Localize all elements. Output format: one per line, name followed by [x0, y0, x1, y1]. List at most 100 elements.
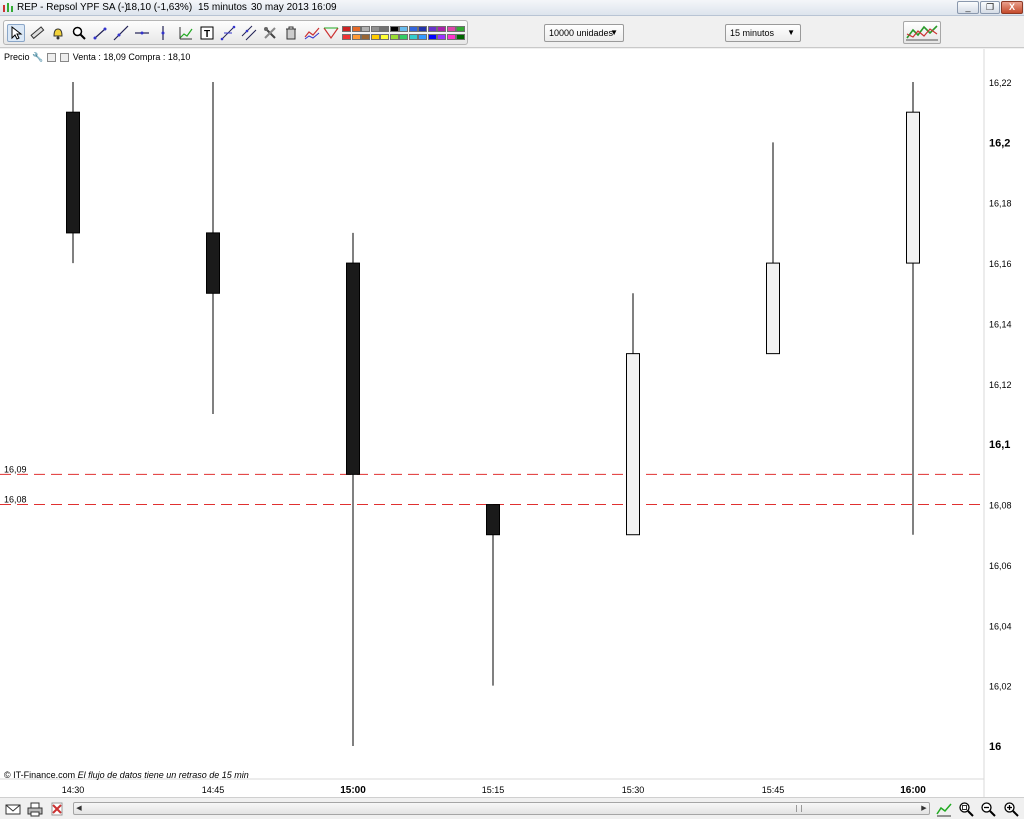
x-tick-label: 15:45	[762, 785, 785, 795]
horizontal-line-icon[interactable]	[133, 24, 151, 42]
color-swatch[interactable]	[418, 26, 427, 32]
zoom-icon[interactable]	[70, 24, 88, 42]
chart-info-row: Precio 🔧 Venta : 18,09 Compra : 18,10	[4, 52, 190, 63]
x-tick-label: 15:15	[482, 785, 505, 795]
print-icon[interactable]	[27, 801, 43, 817]
settings-icon[interactable]	[261, 24, 279, 42]
trash-icon[interactable]	[282, 24, 300, 42]
candlestick-chart: 16,22 16,2 16,18 16,16 16,14 16,12 16,1 16,08 16…	[0, 49, 1012, 797]
color-swatch[interactable]	[408, 26, 418, 32]
x-tick-label: 14:45	[202, 785, 225, 795]
fibonacci-icon[interactable]	[219, 24, 237, 42]
restore-button[interactable]: ❐	[980, 1, 1000, 14]
alarm-icon[interactable]	[49, 24, 67, 42]
color-swatch[interactable]	[456, 34, 465, 40]
color-swatch[interactable]	[342, 26, 351, 32]
x-tick-label: 14:30	[62, 785, 85, 795]
drawing-tools-group: T	[3, 20, 468, 45]
interval-select-value: 15 minutos	[730, 28, 775, 38]
y-tick-label: 16,06	[989, 561, 1012, 571]
close-button[interactable]: X	[1001, 1, 1023, 14]
trendline-icon[interactable]	[91, 24, 109, 42]
color-swatch[interactable]	[370, 34, 380, 40]
color-swatch[interactable]	[446, 26, 456, 32]
email-icon[interactable]	[5, 801, 21, 817]
color-swatch[interactable]	[446, 34, 456, 40]
color-swatch[interactable]	[437, 26, 446, 32]
zoom-fit-icon[interactable]	[958, 801, 974, 817]
candle-body	[206, 232, 220, 294]
pointer-icon[interactable]	[7, 24, 25, 42]
line-icon[interactable]	[112, 24, 130, 42]
chart-app-icon	[3, 3, 13, 12]
scroll-right-icon[interactable]: ▶	[919, 803, 929, 814]
text-icon[interactable]: T	[198, 24, 216, 42]
price-label: Precio	[4, 52, 30, 62]
autoscale-icon[interactable]	[936, 801, 952, 817]
pattern-icon[interactable]	[322, 24, 340, 42]
wrench-icon[interactable]: 🔧	[32, 52, 43, 62]
chart-type-button[interactable]	[903, 21, 941, 44]
color-swatch[interactable]	[370, 26, 380, 32]
candle-body	[766, 262, 780, 355]
x-tick-label: 16:00	[900, 785, 926, 796]
color-swatch[interactable]	[361, 34, 370, 40]
color-swatch[interactable]	[389, 26, 399, 32]
interval-select[interactable]: 15 minutos ▼	[725, 24, 801, 42]
x-tick-label: 15:30	[622, 785, 645, 795]
title-bar: REP - Repsol YPF SA (-) 18,10 (-1,63%) 1…	[0, 0, 1024, 16]
time-scrollbar[interactable]: ◀ ▶	[73, 802, 930, 815]
copyright-text: © IT-Finance.com	[4, 770, 76, 780]
minimize-button[interactable]: _	[957, 1, 979, 14]
color-swatch[interactable]	[351, 26, 361, 32]
y-tick-label: 16,18	[989, 199, 1012, 209]
vertical-line-icon[interactable]	[154, 24, 172, 42]
color-swatch[interactable]	[408, 34, 418, 40]
color-swatch[interactable]	[389, 34, 399, 40]
color-swatch[interactable]	[418, 34, 427, 40]
units-select[interactable]: 10000 unidades ▼	[544, 24, 624, 42]
color-swatch[interactable]	[351, 34, 361, 40]
candle-body	[486, 504, 500, 536]
zoom-in-icon[interactable]	[1003, 801, 1019, 817]
y-tick-label: 16,1	[989, 439, 1010, 451]
y-tick-label: 16,2	[989, 137, 1010, 149]
price-chart[interactable]: 16,22 16,2 16,18 16,16 16,14 16,12 16,1 16,08 16…	[0, 49, 1024, 797]
delay-notice: El flujo de datos tiene un retraso de 15…	[77, 770, 249, 780]
color-swatch[interactable]	[399, 34, 408, 40]
color-swatch[interactable]	[380, 26, 389, 32]
units-select-value: 10000 unidades	[549, 28, 614, 38]
x-tick-label: 15:00	[340, 785, 366, 796]
candle-body	[66, 111, 80, 234]
color-swatch[interactable]	[361, 26, 370, 32]
properties-icon[interactable]	[60, 53, 70, 63]
level-label: 16,08	[4, 495, 27, 505]
color-swatch[interactable]	[342, 34, 351, 40]
regression-icon[interactable]	[177, 24, 195, 42]
svg-text:T: T	[204, 29, 210, 40]
scroll-thumb[interactable]	[796, 805, 802, 812]
zoom-out-icon[interactable]	[980, 801, 996, 817]
channel-icon[interactable]	[240, 24, 258, 42]
add-indicator-icon[interactable]	[46, 53, 56, 63]
y-tick-label: 16,12	[989, 380, 1012, 390]
y-tick-label: 16,22	[989, 78, 1012, 88]
color-swatch[interactable]	[427, 26, 437, 32]
color-swatch[interactable]	[399, 26, 408, 32]
delete-icon[interactable]	[49, 801, 65, 817]
color-swatch[interactable]	[427, 34, 437, 40]
color-swatch[interactable]	[380, 34, 389, 40]
scroll-left-icon[interactable]: ◀	[74, 803, 84, 814]
ruler-icon[interactable]	[28, 24, 46, 42]
chart-footer: © IT-Finance.com El flujo de datos tiene…	[4, 770, 249, 780]
y-tick-label: 16	[989, 741, 1001, 753]
indicator-icon[interactable]	[303, 24, 321, 42]
color-swatch[interactable]	[437, 34, 446, 40]
title-quote: 18,10 (-1,63%)	[126, 2, 193, 13]
trading-window: REP - Repsol YPF SA (-) 18,10 (-1,63%) 1…	[0, 0, 1024, 819]
title-symbol: REP - Repsol YPF SA (-)	[17, 2, 128, 13]
candle-body	[346, 262, 360, 475]
y-tick-label: 16,04	[989, 621, 1012, 631]
color-swatch[interactable]	[456, 26, 465, 32]
candle-body	[906, 111, 920, 264]
